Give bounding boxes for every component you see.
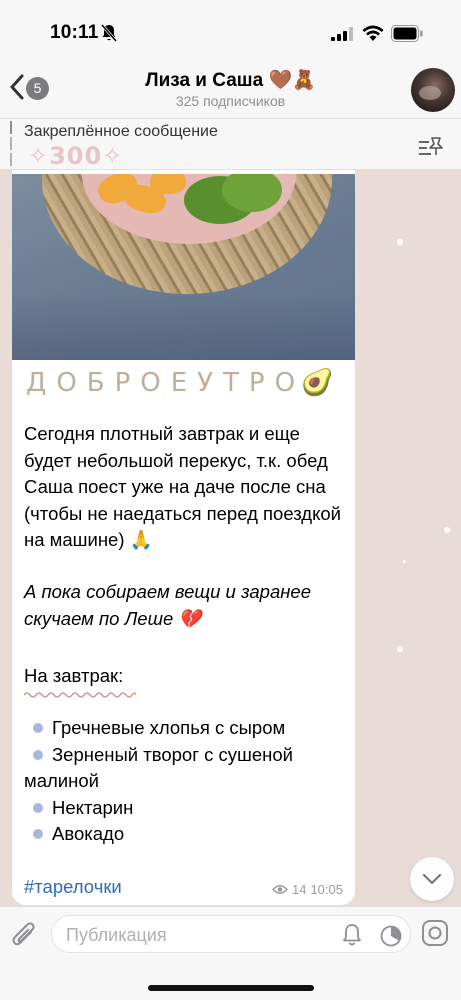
list-item: Гречневые хлопья с сыром bbox=[24, 715, 349, 742]
bullet-icon bbox=[33, 802, 43, 813]
signal-icon bbox=[331, 27, 353, 41]
chat-header: 5 Лиза и Саша 🤎🧸 325 подписчиков bbox=[0, 60, 461, 118]
list-title: На завтрак: bbox=[24, 665, 124, 686]
video-message-icon[interactable] bbox=[421, 919, 449, 947]
subscriber-count: 325 подписчиков bbox=[175, 93, 286, 109]
view-count: 14 bbox=[291, 882, 307, 897]
photo-cloth bbox=[12, 294, 355, 360]
bg-sparkle bbox=[397, 239, 403, 245]
post-meta: 14 10:05 bbox=[272, 882, 343, 897]
pinned-label: Закреплённое сообщение bbox=[24, 123, 218, 140]
status-time: 10:11 bbox=[50, 22, 99, 43]
schedule-icon[interactable] bbox=[379, 924, 403, 948]
bg-sparkle bbox=[403, 560, 406, 563]
list-item: Нектарин bbox=[24, 795, 349, 822]
post-headline: ДОБРОЕУТРО 🥑 bbox=[26, 362, 355, 404]
pinned-preview: ✧300✧ bbox=[28, 142, 124, 170]
avocado-icon: 🥑 bbox=[301, 368, 334, 398]
attach-icon[interactable] bbox=[11, 920, 37, 950]
battery-icon bbox=[391, 25, 423, 42]
list-item: Авокадо bbox=[24, 821, 349, 848]
composer-bar: Публикация bbox=[0, 906, 461, 1000]
post-photo[interactable] bbox=[12, 174, 355, 360]
spellcheck-underline bbox=[24, 692, 136, 698]
status-bar: 10:11 bbox=[0, 0, 461, 60]
post-paragraph-2: А пока собираем вещи и заранее скучаем п… bbox=[24, 581, 311, 629]
bell-off-icon bbox=[101, 24, 117, 42]
bullet-icon bbox=[33, 829, 43, 839]
post-time: 10:05 bbox=[310, 882, 343, 897]
post-paragraph-1: Сегодня плотный завтрак и еще будет небо… bbox=[24, 423, 342, 550]
list-item: Зерненый творог с сушеной малиной bbox=[24, 743, 293, 792]
bg-sparkle bbox=[444, 527, 450, 533]
bell-icon[interactable] bbox=[341, 923, 363, 947]
pinned-message-bar[interactable]: Закреплённое сообщение ✧300✧ bbox=[0, 118, 461, 170]
message-input[interactable]: Публикация bbox=[51, 915, 411, 953]
chevron-down-icon bbox=[422, 873, 442, 885]
bullet-icon bbox=[33, 723, 43, 733]
hashtag-link[interactable]: #тарелочки bbox=[24, 876, 122, 898]
pinned-indicator bbox=[10, 121, 12, 167]
breakfast-list: Гречневые хлопья с сыром Зерненый творог… bbox=[24, 715, 349, 848]
eye-icon bbox=[272, 885, 288, 894]
home-indicator bbox=[148, 985, 314, 991]
headline-text: ДОБРОЕУТРО bbox=[26, 368, 306, 398]
bullet-icon bbox=[33, 749, 43, 760]
pin-list-icon[interactable] bbox=[418, 135, 444, 157]
input-placeholder: Публикация bbox=[66, 925, 167, 945]
channel-avatar[interactable] bbox=[411, 68, 455, 112]
wifi-icon bbox=[362, 25, 384, 41]
channel-post[interactable]: ДОБРОЕУТРО 🥑 Сегодня плотный завтрак и е… bbox=[12, 170, 355, 905]
channel-title[interactable]: Лиза и Саша 🤎🧸 bbox=[0, 68, 461, 92]
bg-sparkle bbox=[397, 646, 403, 652]
photo-nectarine bbox=[150, 174, 186, 194]
scroll-down-button[interactable] bbox=[410, 857, 454, 901]
